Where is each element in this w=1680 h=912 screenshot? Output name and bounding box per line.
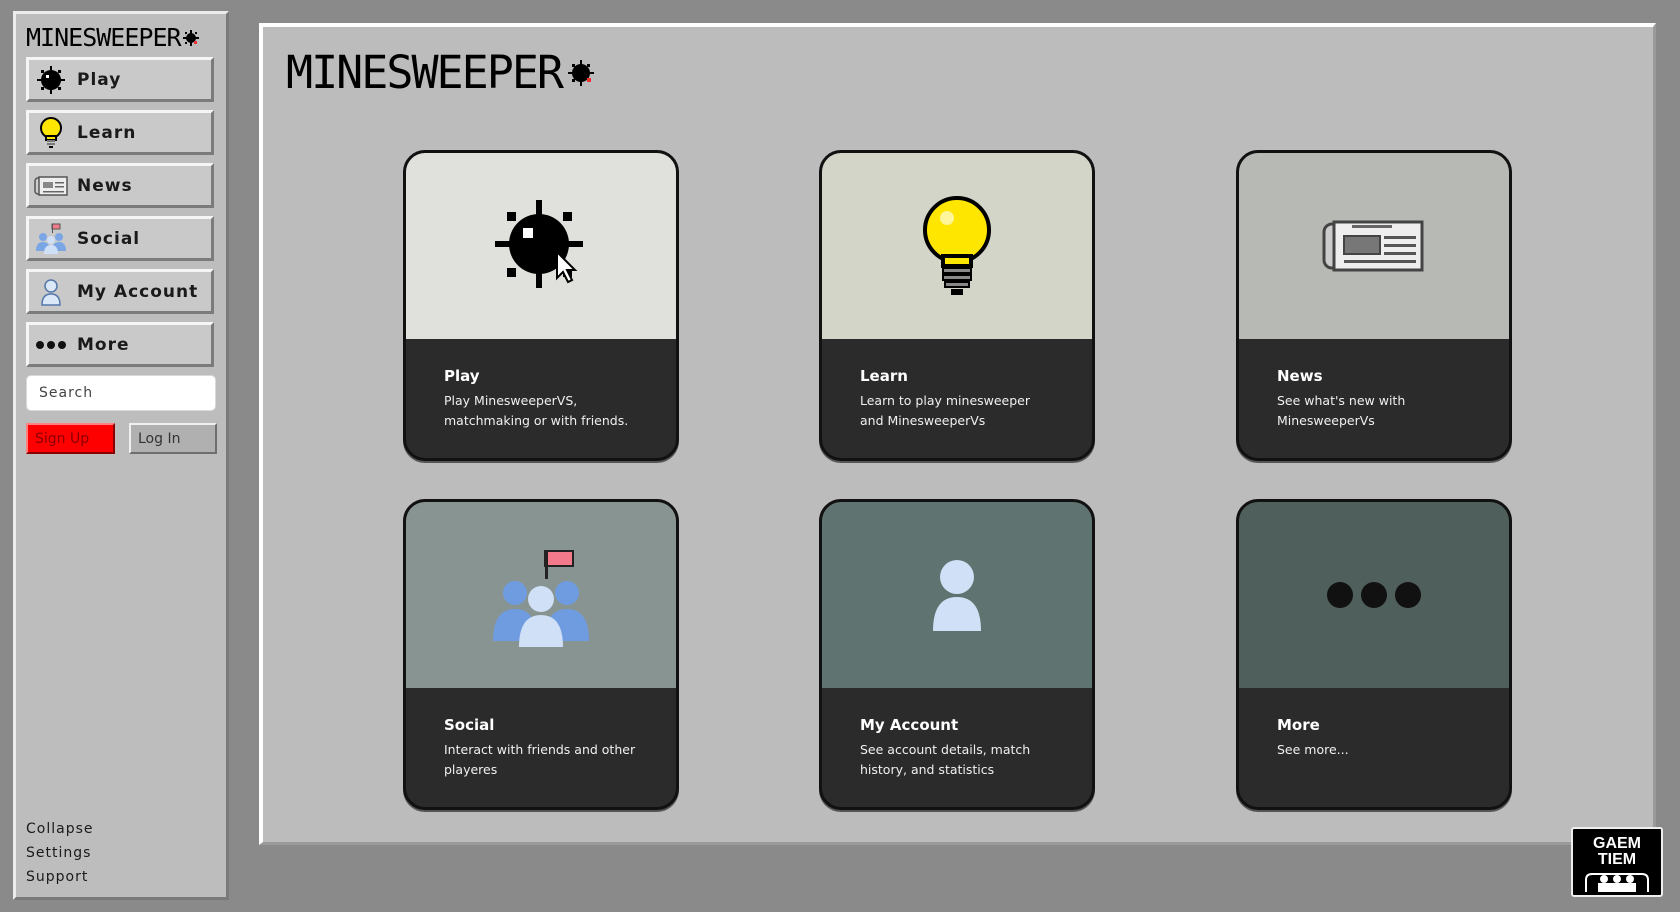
card-play[interactable]: Play Play MinesweeperVS, matchmaking or … [403, 150, 679, 461]
gaem-tiem-logo: GAEM TIEM [1571, 827, 1663, 897]
card-title: More [1277, 716, 1320, 734]
sidebar-item-label: Social [77, 228, 141, 249]
card-learn[interactable]: Learn Learn to play minesweeper and Mine… [819, 150, 1095, 461]
user-icon [933, 560, 981, 631]
mine-icon [495, 200, 583, 288]
sidebar-item-label: More [77, 334, 130, 355]
card-banner [406, 502, 676, 688]
settings-link[interactable]: Settings [26, 845, 91, 861]
page-title: MINESWEEPER [286, 46, 596, 99]
card-more[interactable]: More See more... [1236, 499, 1512, 810]
card-description: Play MinesweeperVS, matchmaking or with … [444, 393, 629, 428]
brand-logo[interactable]: MINESWEEPER [26, 23, 199, 52]
search-input[interactable] [26, 375, 216, 411]
card-banner [822, 153, 1092, 339]
log-in-button[interactable]: Log In [129, 423, 217, 454]
card-description: Interact with friends and other playeres [444, 742, 636, 777]
card-description: See account details, match history, and … [860, 742, 1031, 777]
card-description: See more... [1277, 742, 1349, 757]
logo-line: TIEM [1597, 851, 1637, 868]
sign-up-button[interactable]: Sign Up [26, 423, 115, 454]
sidebar: MINESWEEPER Play Learn News Social My Ac… [13, 11, 229, 900]
lightbulb-icon [33, 115, 69, 151]
card-description: Learn to play minesweeper and Minesweepe… [860, 393, 1031, 428]
card-title: Social [444, 716, 495, 734]
sidebar-item-label: Learn [77, 122, 137, 143]
sidebar-item-learn[interactable]: Learn [26, 110, 214, 155]
card-social[interactable]: Social Interact with friends and other p… [403, 499, 679, 810]
card-banner [822, 502, 1092, 688]
people-icon [33, 221, 69, 257]
newspaper-icon [1322, 220, 1424, 272]
mine-icon [568, 59, 595, 86]
sidebar-item-social[interactable]: Social [26, 216, 214, 261]
card-title: Learn [860, 367, 908, 385]
logo-line: GAEM [1593, 835, 1641, 852]
card-description: See what's new with MinesweeperVs [1277, 393, 1406, 428]
dots-icon [33, 327, 69, 363]
lightbulb-icon [923, 196, 991, 295]
user-icon [33, 274, 69, 310]
sidebar-item-label: Play [77, 69, 122, 90]
card-news[interactable]: News See what's new with MinesweeperVs [1236, 150, 1512, 461]
card-banner [406, 153, 676, 339]
card-title: News [1277, 367, 1323, 385]
sidebar-item-news[interactable]: News [26, 163, 214, 208]
sidebar-item-my-account[interactable]: My Account [26, 269, 214, 314]
brand-text: MINESWEEPER [26, 23, 182, 52]
card-banner [1239, 502, 1509, 688]
sidebar-item-label: News [77, 175, 133, 196]
mine-icon [182, 29, 199, 46]
sidebar-item-play[interactable]: Play [26, 57, 214, 102]
card-my-account[interactable]: My Account See account details, match hi… [819, 499, 1095, 810]
card-title: Play [444, 367, 480, 385]
page-title-text: MINESWEEPER [286, 46, 564, 99]
mine-icon [33, 62, 69, 98]
sidebar-item-more[interactable]: More [26, 322, 214, 367]
dots-icon [1327, 582, 1421, 608]
card-banner [1239, 153, 1509, 339]
people-icon [493, 550, 589, 647]
audience-icon [1585, 873, 1649, 892]
card-title: My Account [860, 716, 959, 734]
newspaper-icon [33, 168, 69, 204]
support-link[interactable]: Support [26, 869, 88, 885]
collapse-link[interactable]: Collapse [26, 821, 94, 837]
sidebar-item-label: My Account [77, 281, 199, 302]
